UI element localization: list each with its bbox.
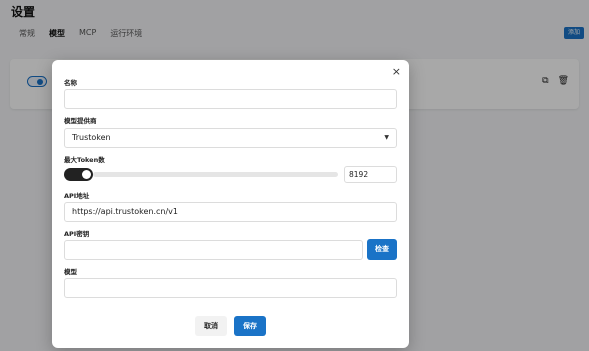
- check-api-key-button[interactable]: 检查: [367, 239, 397, 260]
- save-button[interactable]: 保存: [234, 316, 266, 336]
- name-label: 名称: [64, 79, 77, 87]
- api-key-label: API密钥: [64, 230, 90, 238]
- close-icon[interactable]: ×: [392, 65, 401, 78]
- model-edit-dialog: × 名称 模型提供商 Trustoken ▼ 最大Token数 8192 API…: [52, 60, 409, 348]
- provider-value: Trustoken: [72, 133, 111, 142]
- api-url-label: API地址: [64, 192, 90, 200]
- max-tokens-slider[interactable]: [93, 172, 338, 177]
- max-tokens-toggle[interactable]: [64, 168, 93, 181]
- max-tokens-label: 最大Token数: [64, 156, 105, 164]
- provider-select[interactable]: Trustoken ▼: [64, 128, 397, 148]
- cancel-button[interactable]: 取消: [195, 316, 227, 336]
- model-label: 模型: [64, 268, 77, 276]
- api-url-input[interactable]: https://api.trustoken.cn/v1: [64, 202, 397, 222]
- provider-label: 模型提供商: [64, 117, 97, 125]
- api-key-input[interactable]: [64, 240, 363, 260]
- model-input[interactable]: [64, 278, 397, 298]
- chevron-down-icon: ▼: [384, 134, 389, 141]
- max-tokens-input[interactable]: 8192: [344, 166, 397, 183]
- name-input[interactable]: [64, 89, 397, 109]
